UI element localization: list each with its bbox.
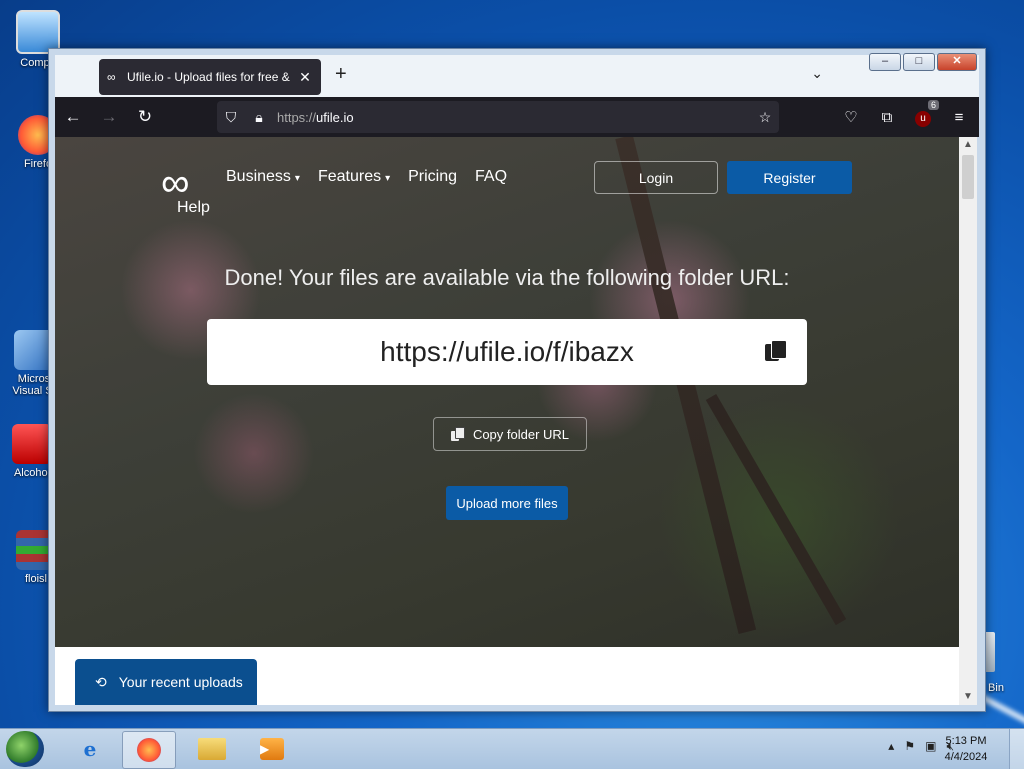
clock-time: 5:13 PM: [945, 735, 987, 747]
alcohol-icon: [12, 424, 52, 464]
tab-close-icon[interactable]: ✕: [297, 69, 313, 86]
login-button[interactable]: Login: [594, 161, 718, 194]
nav-faq[interactable]: FAQ: [475, 168, 507, 186]
tab-ufile[interactable]: ∞ Ufile.io - Upload files for free & ✕: [99, 59, 321, 95]
extension-badge: 6: [927, 99, 939, 110]
recent-uploads-label: Your recent uploads: [118, 674, 243, 690]
browser-window: ∞ Ufile.io - Upload files for free & ✕ +…: [48, 48, 986, 712]
tab-title: Ufile.io - Upload files for free &: [127, 70, 290, 84]
nav-pricing[interactable]: Pricing: [408, 168, 457, 186]
hero-section: ∞ Help Business ▾ Features ▾ Pricing FAQ L…: [55, 137, 959, 647]
upload-more-files-button[interactable]: Upload more files: [446, 486, 568, 520]
toolbar-right: ♡ ⧉ u6 ≡: [837, 97, 973, 137]
url-host: ufile.io: [316, 109, 354, 125]
maximize-button[interactable]: □: [903, 53, 935, 71]
help-link[interactable]: Help: [177, 199, 210, 217]
action-center-flag-icon[interactable]: ⚑: [904, 739, 915, 754]
upload-done-message: Done! Your files are available via the f…: [224, 265, 790, 290]
chevron-down-icon: ▾: [385, 173, 391, 184]
copy-icon: [450, 427, 465, 441]
scroll-up-arrow-icon[interactable]: ▲: [959, 137, 977, 153]
history-icon: ⟲: [95, 673, 107, 690]
folder-url-box[interactable]: https://ufile.io/f/ibazx: [207, 319, 807, 385]
reload-button[interactable]: ↻: [127, 107, 163, 127]
scrollbar-thumb[interactable]: [962, 155, 974, 199]
minimize-button[interactable]: –: [869, 53, 901, 71]
taskbar-file-explorer[interactable]: [186, 731, 238, 767]
lock-icon[interactable]: 🔒︎: [245, 109, 273, 126]
tracking-protection-shield-icon[interactable]: ⛉: [217, 109, 245, 126]
ufile-favicon-icon: ∞: [107, 70, 116, 84]
bookmark-star-icon[interactable]: ☆: [751, 109, 779, 126]
page-scrollbar[interactable]: ▲ ▼: [959, 137, 977, 705]
copy-folder-url-button[interactable]: Copy folder URL: [433, 417, 587, 451]
desktop-icon-label: floisl: [24, 573, 47, 585]
internet-explorer-icon: e: [83, 737, 97, 761]
url-scheme: https://: [277, 109, 317, 125]
network-icon[interactable]: ▣: [925, 739, 936, 754]
ublock-extension-button[interactable]: u6: [909, 99, 939, 127]
clock-date: 4/4/2024: [944, 751, 988, 763]
url-text[interactable]: https://ufile.io: [273, 110, 751, 125]
nav-business-label: Business: [226, 168, 291, 185]
show-hidden-icons-icon[interactable]: ▴: [888, 739, 894, 754]
address-bar[interactable]: ⛉ 🔒︎ https://ufile.io ☆: [217, 101, 779, 133]
pocket-icon[interactable]: ♡: [837, 108, 865, 126]
copy-folder-url-label: Copy folder URL: [472, 426, 570, 442]
desktop-icon-label: Bin: [988, 682, 1004, 694]
extensions-icon[interactable]: ⧉: [873, 109, 901, 126]
list-all-tabs-icon[interactable]: ⌄: [811, 65, 823, 82]
recent-uploads-tab[interactable]: ⟲ Your recent uploads: [75, 659, 257, 705]
new-tab-button[interactable]: +: [335, 63, 347, 86]
hero-background-branch: [615, 137, 757, 635]
navigation-toolbar: ← → ↻ ⛉ 🔒︎ https://ufile.io ☆ ♡ ⧉ u6 ≡: [55, 97, 979, 137]
taskbar-media-player[interactable]: ▶: [246, 731, 298, 767]
taskbar: e ▶ ▴ ⚑ ▣ 🔇︎ 5:13 PM 4/4/2024: [0, 728, 1024, 769]
nav-business[interactable]: Business ▾: [226, 168, 300, 186]
chevron-down-icon: ▾: [294, 173, 300, 184]
page-viewport: ∞ Help Business ▾ Features ▾ Pricing FAQ L…: [55, 137, 959, 705]
media-player-icon: ▶: [260, 738, 284, 760]
start-button[interactable]: [6, 731, 44, 767]
tab-strip: ∞ Ufile.io - Upload files for free & ✕ +…: [55, 55, 979, 97]
scroll-down-arrow-icon[interactable]: ▼: [959, 689, 977, 705]
firefox-icon: [137, 738, 161, 762]
copy-icon[interactable]: [765, 340, 787, 364]
folder-url-text[interactable]: https://ufile.io/f/ibazx: [380, 336, 634, 368]
ublock-icon: u: [915, 110, 931, 127]
forward-button[interactable]: →: [91, 107, 127, 127]
show-desktop-button[interactable]: [1009, 729, 1024, 769]
desktop-icon-label: Alcohol: [13, 467, 51, 479]
taskbar-clock[interactable]: 5:13 PM 4/4/2024: [936, 733, 996, 765]
folder-icon: [198, 738, 226, 760]
window-controls: – □ ✕: [869, 53, 977, 71]
close-window-button[interactable]: ✕: [937, 53, 977, 71]
nav-features-label: Features: [317, 168, 382, 185]
taskbar-internet-explorer[interactable]: e: [64, 731, 116, 767]
ufile-logo-icon[interactable]: ∞: [161, 163, 190, 203]
nav-features[interactable]: Features ▾: [318, 168, 390, 186]
app-menu-icon[interactable]: ≡: [945, 109, 973, 126]
main-nav: Business ▾ Features ▾ Pricing FAQ: [226, 168, 507, 186]
taskbar-firefox[interactable]: [122, 731, 176, 769]
back-button[interactable]: ←: [55, 107, 91, 127]
register-button[interactable]: Register: [727, 161, 852, 194]
